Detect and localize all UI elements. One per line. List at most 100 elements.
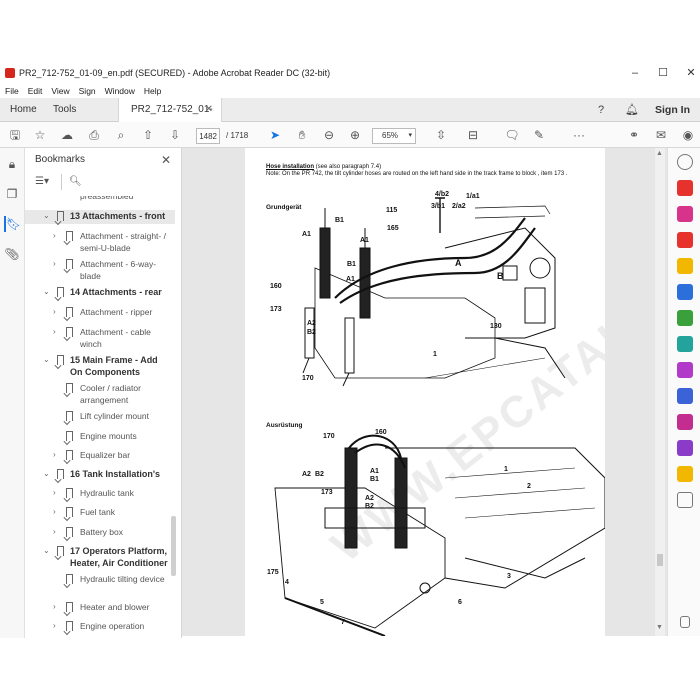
chevron-right-icon[interactable]: › xyxy=(53,230,56,242)
bookmark-item[interactable]: preassembled xyxy=(25,196,175,204)
chevron-right-icon[interactable]: › xyxy=(53,326,56,338)
bookmark-item-17[interactable]: ⌄ 17 Operators Platform, Heater, Air Con… xyxy=(25,545,175,569)
close-tab-icon[interactable]: ✕ xyxy=(205,98,213,122)
hand-tool-icon[interactable]: ✋︎ xyxy=(293,126,311,144)
protect-icon[interactable] xyxy=(677,388,693,404)
account-icon[interactable]: ◉ xyxy=(679,126,697,144)
scroll-thumb[interactable] xyxy=(657,554,663,566)
scroll-down-icon[interactable]: ▼ xyxy=(656,624,663,631)
bookmark-item[interactable]: › Heater and blower xyxy=(25,601,175,615)
prepare-form-icon[interactable] xyxy=(677,466,693,482)
bookmark-item[interactable]: › Battery box xyxy=(25,526,175,540)
zoom-in-icon[interactable]: ⊕ xyxy=(346,126,364,144)
sign-in-button[interactable]: Sign In xyxy=(655,98,690,122)
mail-icon[interactable]: ✉ xyxy=(652,126,670,144)
bookmark-item[interactable]: › Fuel tank xyxy=(25,506,175,520)
chevron-right-icon[interactable]: › xyxy=(53,601,56,613)
bookmark-item-15[interactable]: ⌄ 15 Main Frame - Add On Components xyxy=(25,354,175,378)
document-scrollbar[interactable]: ▲ ▼ xyxy=(655,148,665,636)
send-for-signature-icon[interactable] xyxy=(677,414,693,430)
bookmark-item[interactable]: › Attachment - cable winch xyxy=(25,326,175,350)
bookmark-icon[interactable]: 🔖︎ xyxy=(4,216,21,232)
pen-icon[interactable]: ✎ xyxy=(530,126,548,144)
bookmark-item[interactable]: › Attachment - ripper xyxy=(25,306,175,320)
help-icon[interactable]: ? xyxy=(598,98,604,122)
chevron-down-icon[interactable]: ⌄ xyxy=(43,468,50,480)
bookmark-item[interactable]: › Attachment - 6-way-blade xyxy=(25,258,175,282)
more-tools-icon[interactable]: ··· xyxy=(570,126,588,144)
more-tools-wrench-icon[interactable] xyxy=(677,492,693,508)
chevron-down-icon[interactable]: ⌄ xyxy=(43,210,50,222)
chevron-right-icon[interactable]: › xyxy=(53,449,56,461)
request-signatures-icon[interactable] xyxy=(677,440,693,456)
fill-sign-icon[interactable] xyxy=(677,362,693,378)
attachment-icon[interactable]: 📎︎ xyxy=(4,246,20,262)
menu-window[interactable]: Window xyxy=(105,84,135,98)
export-pdf-icon[interactable] xyxy=(677,180,693,196)
maximize-button[interactable]: ☐ xyxy=(648,62,678,84)
bookmark-item[interactable]: Lift cylinder mount xyxy=(25,410,175,424)
page-thumbnails-icon[interactable]: ❐ xyxy=(4,186,20,202)
star-icon[interactable]: ☆ xyxy=(31,126,49,144)
zoom-tool-icon[interactable] xyxy=(677,154,693,170)
menu-file[interactable]: File xyxy=(5,84,19,98)
chevron-right-icon[interactable]: › xyxy=(53,306,56,318)
scroll-up-icon[interactable]: ▲ xyxy=(656,150,663,157)
bookmark-search-icon[interactable]: 🔍︎ xyxy=(69,175,82,189)
bookmark-item-13[interactable]: ⌄ 13 Attachments - front xyxy=(25,210,175,224)
menu-view[interactable]: View xyxy=(51,84,69,98)
menu-sign[interactable]: Sign xyxy=(79,84,96,98)
tab-home[interactable]: Home xyxy=(10,98,37,122)
scan-ocr-icon[interactable] xyxy=(677,336,693,352)
scroll-thumb[interactable] xyxy=(171,516,176,576)
options-menu-icon[interactable]: ☰▾ xyxy=(35,175,49,189)
bookmark-item[interactable]: › Attachment - straight- / semi-U-blade xyxy=(25,230,175,254)
edit-pdf-icon[interactable] xyxy=(677,206,693,222)
bookmark-item-16[interactable]: ⌄ 16 Tank Installation's xyxy=(25,468,175,482)
upload-cloud-icon[interactable]: ☁ xyxy=(58,126,76,144)
zoom-out-icon[interactable]: ⊖ xyxy=(320,126,338,144)
comment-icon[interactable]: 🗨︎ xyxy=(503,126,521,144)
minimize-button[interactable]: – xyxy=(620,62,650,84)
bookmark-item-14[interactable]: ⌄ 14 Attachments - rear xyxy=(25,286,175,300)
bookmark-item[interactable]: Cooler / radiator arrangement xyxy=(25,382,175,406)
pin-icon[interactable] xyxy=(680,616,690,628)
page-number-input[interactable]: 1482 xyxy=(196,128,220,144)
bookmark-item[interactable]: › Equalizer bar xyxy=(25,449,175,463)
chevron-down-icon[interactable]: ⌄ xyxy=(43,354,50,366)
close-window-button[interactable]: ✕ xyxy=(676,62,700,84)
organize-pages-icon[interactable] xyxy=(677,310,693,326)
page-display-icon[interactable]: ⊟ xyxy=(464,126,482,144)
bookmark-item[interactable]: Engine mounts xyxy=(25,430,175,444)
tab-tools[interactable]: Tools xyxy=(53,98,76,122)
chevron-right-icon[interactable]: › xyxy=(53,258,56,270)
menu-help[interactable]: Help xyxy=(144,84,161,98)
create-pdf-icon[interactable] xyxy=(677,232,693,248)
tab-document[interactable]: PR2_712-752_01-0... ✕ xyxy=(118,98,222,139)
zoom-select[interactable]: 65% ▾ xyxy=(372,128,416,144)
chevron-right-icon[interactable]: › xyxy=(53,506,56,518)
chevron-right-icon[interactable]: › xyxy=(53,620,56,632)
bookmarks-scrollbar[interactable] xyxy=(170,196,176,636)
previous-page-icon[interactable]: ⇧ xyxy=(139,126,157,144)
chevron-down-icon[interactable]: ⌄ xyxy=(43,286,50,298)
link-icon[interactable]: ⚭ xyxy=(625,126,643,144)
comment-tool-icon[interactable] xyxy=(677,258,693,274)
zoom-search-icon[interactable]: ⌕ xyxy=(112,126,130,144)
next-page-icon[interactable]: ⇩ xyxy=(166,126,184,144)
combine-files-icon[interactable] xyxy=(677,284,693,300)
fit-page-icon[interactable]: ⇳ xyxy=(432,126,450,144)
bell-icon[interactable]: 🔔︎ xyxy=(625,98,639,122)
chevron-right-icon[interactable]: › xyxy=(53,487,56,499)
print-icon[interactable]: ⎙ xyxy=(85,126,103,144)
bookmark-item[interactable]: › Hydraulic tank xyxy=(25,487,175,501)
menu-edit[interactable]: Edit xyxy=(28,84,43,98)
select-cursor-icon[interactable]: ➤ xyxy=(266,126,284,144)
lock-icon[interactable]: 🔒︎ xyxy=(4,156,20,172)
bookmark-item[interactable]: › Engine operation xyxy=(25,620,175,634)
chevron-right-icon[interactable]: › xyxy=(53,526,56,538)
close-panel-icon[interactable]: ✕ xyxy=(161,148,171,172)
chevron-down-icon[interactable]: ⌄ xyxy=(43,545,50,557)
bookmark-item[interactable]: Hydraulic tilting device xyxy=(25,573,175,597)
save-icon[interactable]: 🖫︎ xyxy=(6,126,24,144)
